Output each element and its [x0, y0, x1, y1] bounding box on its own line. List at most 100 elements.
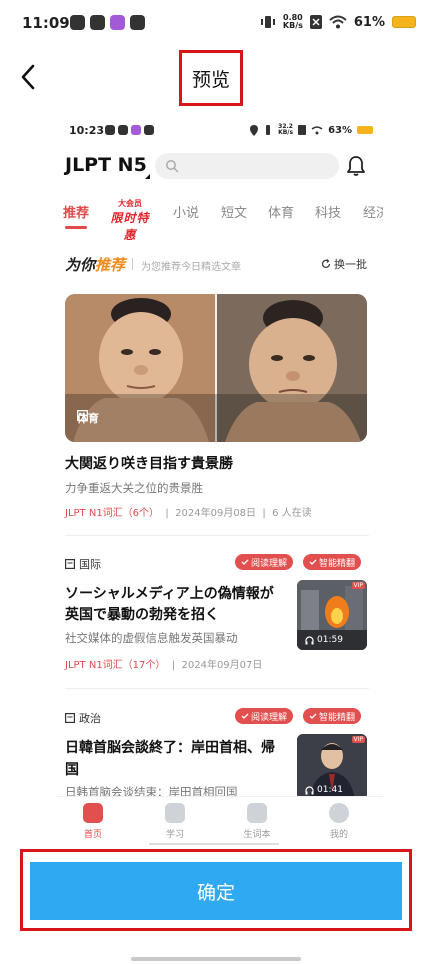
article-title-line2[interactable]: 英国で暴動の勃発を招く [65, 605, 219, 626]
confirm-highlight: 确定 [20, 849, 412, 931]
page-title: 预览 [191, 68, 230, 91]
preview-network-speed: 32.2 KB/s [278, 123, 294, 136]
refresh-button[interactable]: 换一批 [321, 256, 367, 272]
tiktok-icon [118, 125, 128, 135]
tab-sports[interactable]: 体育 [268, 202, 294, 221]
book-icon [247, 803, 267, 823]
confirm-button[interactable]: 确定 [30, 862, 402, 920]
nav-home[interactable]: 首页 [63, 803, 123, 840]
app-notification-icon [70, 15, 85, 30]
nav-study[interactable]: 学习 [145, 803, 205, 840]
vibrate-icon [266, 125, 271, 135]
level-selector[interactable]: JLPT N5 [65, 154, 147, 176]
search-icon [166, 160, 179, 173]
vip-badge: VIP [351, 582, 365, 589]
sim-icon [298, 125, 307, 135]
article-subtitle: 社交媒体的虚假信息触发英国暴动 [65, 631, 238, 645]
active-tab-indicator [65, 226, 87, 229]
wifi-icon [329, 15, 347, 29]
article-title[interactable]: ソーシャルメディア上の偽情報が [65, 584, 274, 605]
app-notification-icon [110, 15, 125, 30]
home-indicator[interactable] [131, 957, 301, 961]
home-icon [83, 803, 103, 823]
tab-novel[interactable]: 小说 [173, 202, 199, 221]
check-icon [309, 559, 317, 565]
article-icon [65, 713, 75, 723]
tab-recommend[interactable]: 推荐 [63, 202, 89, 221]
recommend-subtitle: 为您推荐今日精选文章 [141, 262, 241, 273]
nav-vocabulary[interactable]: 生词本 [227, 803, 287, 840]
preview-status-right: 32.2 KB/s 63% [250, 124, 373, 136]
scroll-indicator [149, 843, 279, 845]
preview-app-icons [105, 125, 154, 135]
article-meta: JLPT N1词汇（17个） | 2024年09月07日 [65, 660, 263, 671]
tab-economy[interactable]: 经济 [363, 202, 383, 221]
hero-article-meta: JLPT N1词汇（6个） | 2024年09月08日 | 6 人在读 [65, 508, 312, 519]
refresh-icon [321, 259, 331, 268]
preview-header: JLPT N5 [57, 152, 383, 186]
status-right: 0.80 KB/s 61% [260, 14, 416, 30]
bottom-nav: 首页 学习 生词本 我的 [57, 796, 383, 848]
bell-icon[interactable] [346, 155, 366, 177]
location-icon [250, 124, 259, 136]
tab-short[interactable]: 短文 [221, 202, 247, 221]
wifi-icon [311, 125, 323, 134]
article-category: 政治 [65, 710, 101, 726]
promo-badge[interactable]: 大会员 限时特惠 [107, 198, 153, 242]
nav-profile[interactable]: 我的 [309, 803, 369, 840]
recommend-header: 为你推荐 为您推荐今日精选文章 换一批 [57, 252, 383, 276]
audio-duration: 01:59 [305, 635, 343, 645]
headphones-icon [305, 635, 314, 644]
preview-screenshot: 10:23 32.2 KB/s 63% JLPT N5 推荐 大会员 限时特惠 … [57, 116, 383, 848]
preview-status-bar: 10:23 32.2 KB/s 63% [57, 116, 383, 144]
search-input[interactable] [155, 153, 339, 179]
article-icon [77, 410, 88, 421]
article-thumbnail[interactable]: VIP 01:59 [297, 580, 367, 650]
mail-icon [144, 125, 154, 135]
back-icon[interactable] [16, 62, 42, 92]
mail-icon [130, 15, 145, 30]
article-thumbnail[interactable]: VIP 01:41 [297, 734, 367, 800]
category-tabs: 推荐 大会员 限时特惠 小说 短文 体育 科技 经济 [57, 198, 383, 242]
battery-icon [392, 16, 416, 28]
sumo-wrestlers-image [65, 294, 367, 442]
smart-translate-badge: 智能精翻 [303, 708, 362, 724]
hero-article-image[interactable]: 体育 [65, 294, 367, 442]
vibrate-icon [260, 16, 275, 28]
article-category: 国际 [65, 556, 101, 572]
sim-icon [309, 15, 322, 29]
network-speed: 0.80 KB/s [282, 13, 303, 30]
preview-status-time: 10:23 [69, 124, 105, 137]
profile-icon [329, 803, 349, 823]
reading-comprehension-badge: 阅读理解 [235, 708, 294, 724]
divider [65, 688, 369, 689]
top-nav: 预览 [0, 50, 432, 106]
hero-article-title[interactable]: 大関返り咲き目指す貴景勝 [65, 454, 233, 475]
hero-article-subtitle: 力争重返大关之位的贵景胜 [65, 481, 203, 495]
page-title-highlight: 预览 [179, 50, 243, 106]
article-icon [65, 559, 75, 569]
status-bar: 11:09 0.80 KB/s 61% [0, 0, 432, 50]
vip-badge: VIP [351, 736, 365, 743]
divider [132, 258, 133, 270]
article-title[interactable]: 日韓首脳会談終了：岸田首相、帰 [65, 738, 275, 759]
audio-duration: 01:41 [305, 785, 343, 795]
check-icon [241, 713, 249, 719]
app-notification-icon [105, 125, 115, 135]
chart-icon [165, 803, 185, 823]
tab-tech[interactable]: 科技 [315, 202, 341, 221]
recommend-title: 为你推荐 [65, 256, 126, 274]
check-icon [241, 559, 249, 565]
hero-category: 体育 [77, 410, 99, 425]
article-title-line2[interactable]: 国 [65, 760, 79, 781]
reading-comprehension-badge: 阅读理解 [235, 554, 294, 570]
check-icon [309, 713, 317, 719]
status-time: 11:09 [22, 14, 70, 32]
divider [65, 535, 369, 536]
battery-icon [357, 126, 373, 134]
status-app-icons [70, 15, 145, 30]
app-notification-icon [131, 125, 141, 135]
smart-translate-badge: 智能精翻 [303, 554, 362, 570]
tiktok-icon [90, 15, 105, 30]
headphones-icon [305, 785, 314, 794]
